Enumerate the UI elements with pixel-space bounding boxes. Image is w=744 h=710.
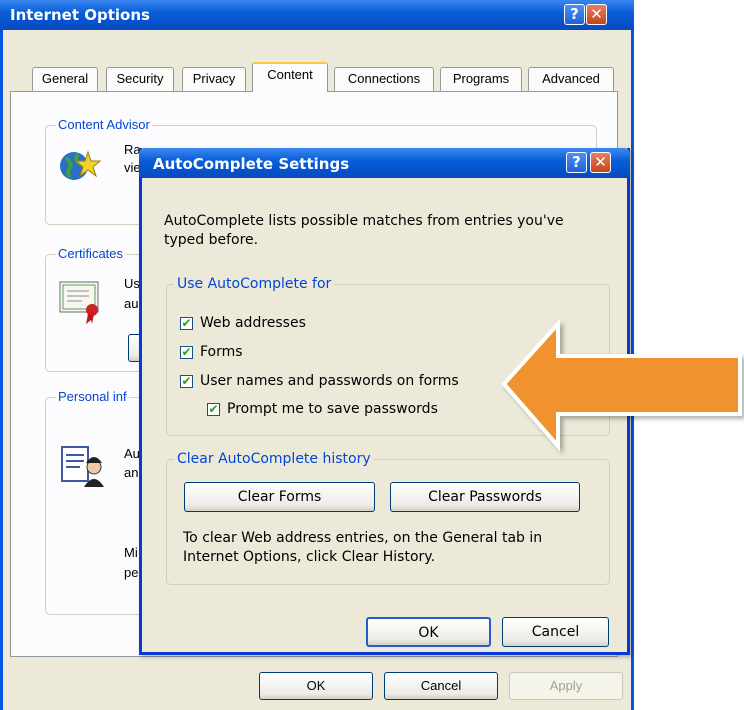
window-title: Internet Options — [10, 6, 150, 24]
tab-programs[interactable]: Programs — [440, 67, 522, 91]
clear-history-label: Clear AutoComplete history — [174, 451, 374, 467]
arrow-shape — [501, 318, 742, 452]
dialog-close-button[interactable]: ✕ — [590, 152, 611, 173]
certificates-text-1: Us — [124, 276, 140, 291]
web-addresses-checkbox[interactable]: ✔ — [180, 317, 193, 330]
ok-button[interactable]: OK — [259, 672, 373, 700]
dialog-description: AutoComplete lists possible matches from… — [164, 212, 564, 250]
tab-connections[interactable]: Connections — [334, 67, 434, 91]
certificates-label: Certificates — [56, 246, 126, 261]
tab-privacy[interactable]: Privacy — [182, 67, 246, 91]
profile-card-icon — [61, 446, 104, 487]
help-button[interactable]: ? — [564, 4, 585, 25]
clear-note-line-1: To clear Web address entries, on the Gen… — [183, 530, 543, 546]
forms-checkbox[interactable]: ✔ — [180, 346, 193, 359]
tab-advanced[interactable]: Advanced — [528, 67, 614, 91]
forms-label: Forms — [200, 344, 243, 360]
prompt-save-passwords-label: Prompt me to save passwords — [227, 401, 438, 417]
tab-security[interactable]: Security — [106, 67, 174, 91]
content-advisor-label: Content Advisor — [56, 117, 152, 132]
personal-info-text-1: Au — [124, 446, 140, 461]
personal-info-label: Personal inf — [56, 389, 129, 404]
dialog-help-button[interactable]: ? — [566, 152, 587, 173]
description-line-2: typed before. — [164, 232, 259, 248]
dialog-cancel-button[interactable]: Cancel — [502, 617, 609, 647]
certificates-text-2: au — [124, 296, 139, 311]
personal-info-text-3: Mi — [124, 545, 138, 560]
cancel-button[interactable]: Cancel — [384, 672, 498, 700]
apply-button[interactable]: Apply — [509, 672, 623, 700]
prompt-save-passwords-checkbox[interactable]: ✔ — [207, 403, 220, 416]
globe-star-icon — [60, 150, 102, 180]
clear-note-line-2: Internet Options, click Clear History. — [183, 549, 436, 565]
clear-history-note: To clear Web address entries, on the Gen… — [183, 529, 542, 567]
clear-forms-button[interactable]: Clear Forms — [184, 482, 375, 512]
dialog-title: AutoComplete Settings — [153, 155, 350, 173]
dialog-ok-button[interactable]: OK — [366, 617, 491, 647]
internet-options-titlebar[interactable]: Internet Options ? ✕ — [0, 0, 634, 30]
tab-content[interactable]: Content — [252, 62, 328, 92]
web-addresses-label: Web addresses — [200, 315, 306, 331]
use-autocomplete-label: Use AutoComplete for — [174, 276, 335, 292]
certificate-icon — [59, 281, 99, 324]
left-arrow-icon — [501, 318, 742, 452]
close-button[interactable]: ✕ — [586, 4, 607, 25]
personal-info-text-4: pe — [124, 565, 139, 580]
user-names-passwords-checkbox[interactable]: ✔ — [180, 375, 193, 388]
clear-passwords-button[interactable]: Clear Passwords — [390, 482, 580, 512]
personal-info-text-2: an — [124, 465, 139, 480]
tab-general[interactable]: General — [32, 67, 98, 91]
description-line-1: AutoComplete lists possible matches from… — [164, 213, 564, 229]
user-names-passwords-label: User names and passwords on forms — [200, 373, 459, 389]
autocomplete-titlebar[interactable]: AutoComplete Settings ? ✕ — [139, 148, 630, 178]
